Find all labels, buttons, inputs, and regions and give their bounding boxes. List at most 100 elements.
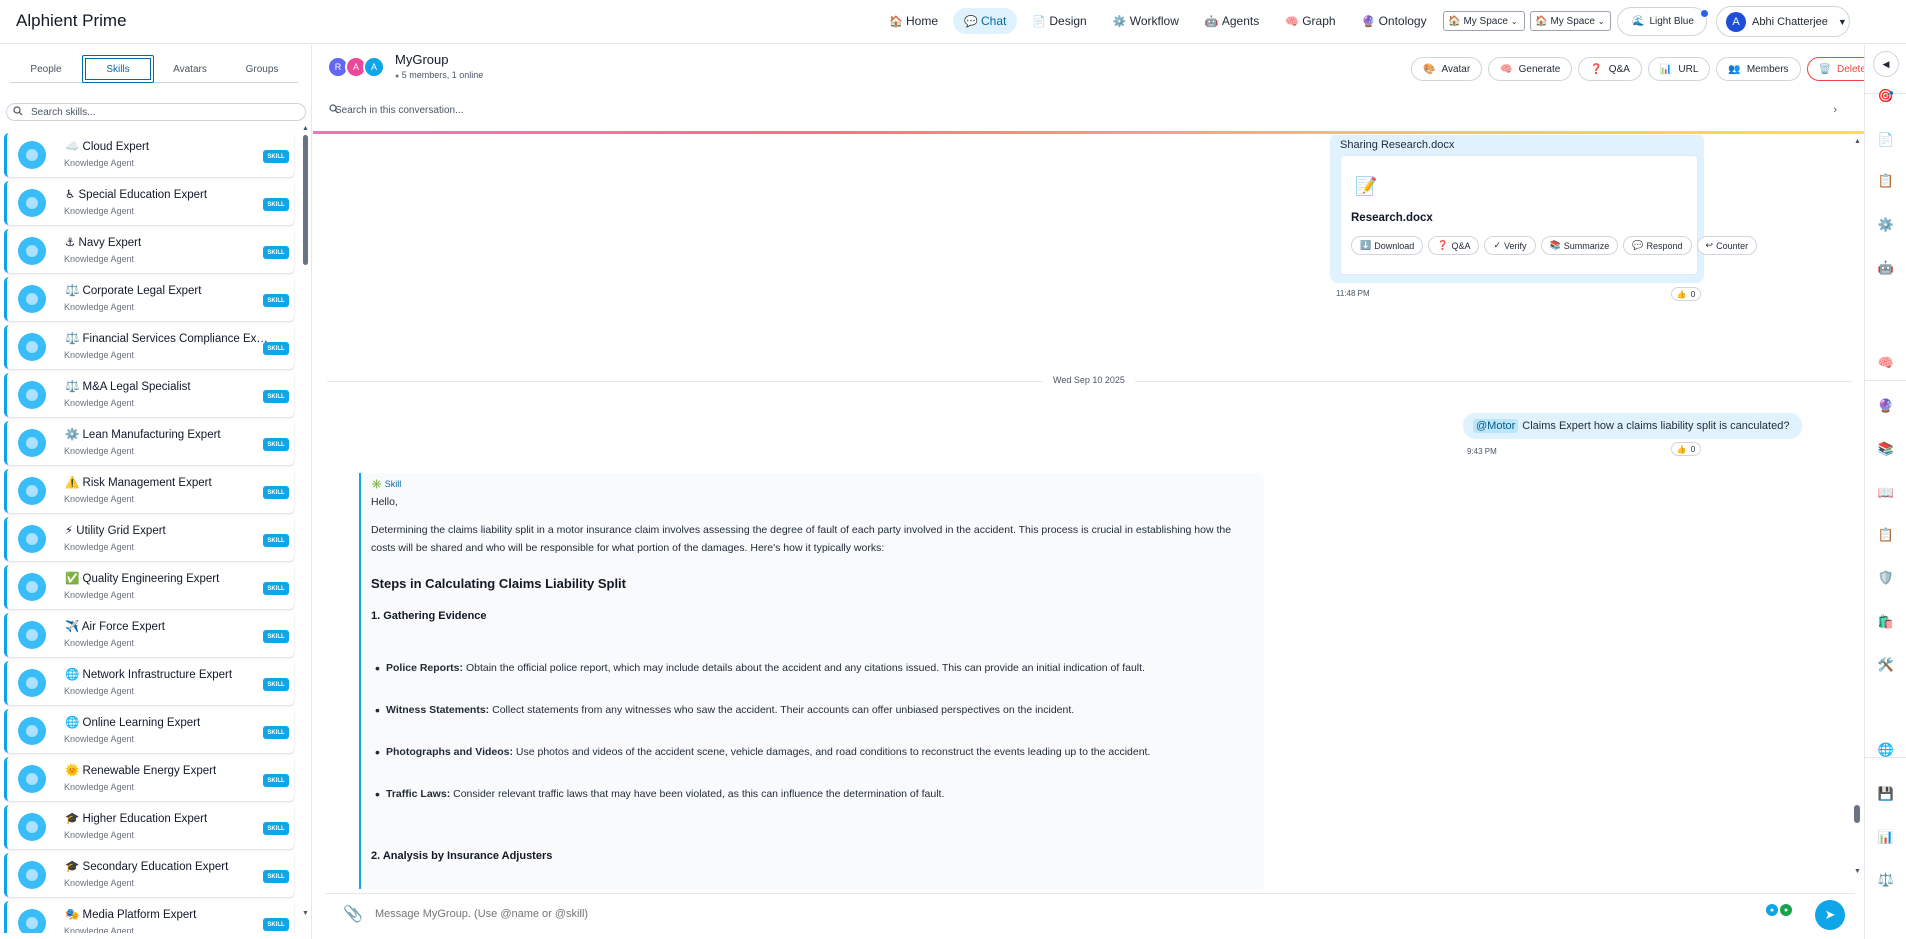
attach-icon[interactable]: 📎 [343, 904, 363, 924]
skill-name-text: Network Infrastructure Expert [82, 669, 233, 681]
nav-item-ontology[interactable]: 🔮 Ontology [1351, 8, 1438, 34]
file-name: Research.docx [1351, 212, 1433, 224]
reaction-button[interactable]: 👍 0 [1671, 287, 1701, 301]
list-item[interactable]: 🎓 Higher Education Expert Knowledge Agent… [4, 805, 294, 849]
skill-name: ⚖️ Financial Services Compliance Exp... [65, 331, 270, 345]
skill-name: ✈️ Air Force Expert [65, 619, 270, 633]
list-item[interactable]: ⚖️ Corporate Legal Expert Knowledge Agent… [4, 277, 294, 321]
mention-tag[interactable]: @Motor [1473, 419, 1519, 433]
scroll-up-icon[interactable]: ▲ [1854, 138, 1861, 145]
list-item[interactable]: ⚡ Utility Grid Expert Knowledge Agent SKIL… [4, 517, 294, 561]
theme-button[interactable]: 🌊 Light Blue [1617, 7, 1708, 36]
tab-people[interactable]: People [10, 55, 82, 83]
skill-list-scrollbar[interactable] [303, 135, 308, 265]
generate-button[interactable]: 🧠 Generate [1488, 57, 1573, 81]
skill-emoji-icon: ⚖️ [65, 381, 80, 393]
nav-workflow-icon: ⚙️ [1112, 15, 1127, 28]
skill-badge: SKILL [263, 246, 289, 259]
message-input[interactable] [375, 900, 1695, 928]
rail-tool-icon[interactable]: 📖 [1878, 485, 1894, 501]
bot-section-heading: 1. Gathering Evidence [371, 610, 487, 622]
skill-badge: SKILL [263, 822, 289, 835]
summarize-button[interactable]: 📚 Summarize [1540, 236, 1619, 255]
list-item[interactable]: ⚠️ Risk Management Expert Knowledge Agent… [4, 469, 294, 513]
chevron-right-icon[interactable]: › [1833, 104, 1837, 116]
skill-avatar [18, 669, 46, 697]
space-select-value: My Space [1550, 15, 1595, 27]
nav-item-graph[interactable]: 🧠 Graph [1274, 8, 1346, 34]
bullet-text: Use photos and videos of the accident sc… [515, 746, 1151, 758]
members-button[interactable]: 👥 Members [1716, 57, 1801, 81]
user-menu-button[interactable]: A Abhi Chatterjee ▼ [1716, 6, 1850, 37]
space-select-2[interactable]: 🏠 My Space ⌄ [1530, 11, 1611, 31]
nav-item-agents[interactable]: 🤖 Agents [1194, 8, 1270, 34]
nav-item-chat[interactable]: 💬 Chat [953, 8, 1018, 34]
scroll-up-icon[interactable]: ▲ [302, 125, 309, 132]
nav-item-workflow[interactable]: ⚙️ Workflow [1102, 8, 1190, 34]
rail-tool-icon[interactable]: 🧠 [1878, 355, 1894, 371]
list-item[interactable]: ♿ Special Education Expert Knowledge Agen… [4, 181, 294, 225]
list-item[interactable]: 🌞 Renewable Energy Expert Knowledge Agent… [4, 757, 294, 801]
rail-tool-icon[interactable]: 🛡️ [1878, 570, 1894, 586]
tab-skills[interactable]: Skills [82, 55, 154, 83]
skill-search-input[interactable]: Search skills... [6, 103, 306, 121]
respond-button[interactable]: 💬 Respond [1623, 236, 1692, 255]
skill-avatar [18, 813, 46, 841]
rail-tool-icon[interactable]: ⚖️ [1878, 872, 1894, 888]
list-item[interactable]: 🎓 Secondary Education Expert Knowledge Ag… [4, 853, 294, 897]
skill-emoji-icon: 🎓 [65, 861, 80, 873]
verify-button[interactable]: ✓ Verify [1484, 236, 1536, 255]
rail-tool-icon[interactable]: 🔮 [1878, 398, 1894, 414]
scroll-down-icon[interactable]: ▼ [1854, 868, 1861, 875]
list-item[interactable]: ✈️ Air Force Expert Knowledge Agent SKILL [4, 613, 294, 657]
qa-button[interactable]: ❓ Q&A [1578, 57, 1642, 81]
rail-tool-icon[interactable]: ⚙️ [1878, 217, 1894, 233]
rail-tool-icon[interactable]: 📋 [1878, 173, 1894, 189]
list-item[interactable]: ⚓ Navy Expert Knowledge Agent SKILL [4, 229, 294, 273]
nav-item-design[interactable]: 📄 Design [1021, 8, 1097, 34]
skill-subtitle: Knowledge Agent [64, 830, 135, 840]
mic-icon[interactable]: ● [1766, 904, 1778, 916]
avatar-button[interactable]: 🎨 Avatar [1411, 57, 1483, 81]
list-item[interactable]: ☁️ Cloud Expert Knowledge Agent SKILL [4, 133, 294, 177]
rail-tool-icon[interactable]: 💾 [1878, 786, 1894, 802]
list-item[interactable]: 🌐 Network Infrastructure Expert Knowledge… [4, 661, 294, 705]
reaction-button[interactable]: 👍 0 [1671, 442, 1701, 456]
grammar-icon[interactable]: ● [1780, 904, 1792, 916]
qa-button[interactable]: ❓ Q&A [1428, 236, 1480, 255]
rail-tool-icon[interactable]: 🛍️ [1878, 614, 1894, 630]
chat-scrollbar[interactable] [1854, 805, 1860, 823]
url-button[interactable]: 📊 URL [1647, 57, 1711, 81]
conversation-search-input[interactable]: Search in this conversation... › [329, 99, 1859, 121]
download-button[interactable]: ⬇️ Download [1351, 236, 1424, 255]
rail-tool-icon[interactable]: 📚 [1878, 441, 1894, 457]
collapse-icon: ◀ [1882, 58, 1890, 69]
tab-avatars[interactable]: Avatars [154, 55, 226, 83]
nav-item-home[interactable]: 🏠 Home [878, 8, 949, 34]
space-select-1[interactable]: 🏠 My Space ⌄ [1443, 11, 1525, 31]
rail-tool-icon[interactable]: 📄 [1878, 132, 1894, 148]
list-item[interactable]: 🌐 Online Learning Expert Knowledge Agent S… [4, 709, 294, 753]
list-item[interactable]: ⚖️ M&A Legal Specialist Knowledge Agent SK… [4, 373, 294, 417]
rail-tool-icon[interactable]: 🎯 [1878, 88, 1894, 104]
rail-tool-icon[interactable]: 🤖 [1878, 260, 1894, 276]
list-item[interactable]: ✅ Quality Engineering Expert Knowledge Ag… [4, 565, 294, 609]
skill-badge: SKILL [263, 198, 289, 211]
send-button[interactable]: ➤ [1815, 900, 1845, 930]
list-item[interactable]: ⚖️ Financial Services Compliance Exp... K… [4, 325, 294, 369]
skill-avatar [18, 909, 46, 933]
rail-toggle-button[interactable]: ◀ [1873, 51, 1899, 77]
scroll-down-icon[interactable]: ▼ [302, 910, 309, 917]
rail-tool-icon[interactable]: 📊 [1878, 829, 1894, 845]
counter-button[interactable]: ↩ Counter [1696, 236, 1758, 255]
skill-avatar [18, 429, 46, 457]
list-item[interactable]: 🎭 Media Platform Expert Knowledge Agent SK… [4, 901, 294, 933]
rail-tool-icon[interactable]: 📋 [1878, 527, 1894, 543]
rail-tool-icon[interactable]: 🛠️ [1878, 657, 1894, 673]
list-item[interactable]: ⚙️ Lean Manufacturing Expert Knowledge Ag… [4, 421, 294, 465]
tab-groups[interactable]: Groups [226, 55, 298, 83]
rail-tool-icon[interactable]: 🌐 [1878, 742, 1894, 758]
list-item: Photographs and Videos: Use photos and v… [375, 744, 1151, 760]
avatar: A [1726, 11, 1746, 32]
skill-badge: SKILL [263, 342, 289, 355]
